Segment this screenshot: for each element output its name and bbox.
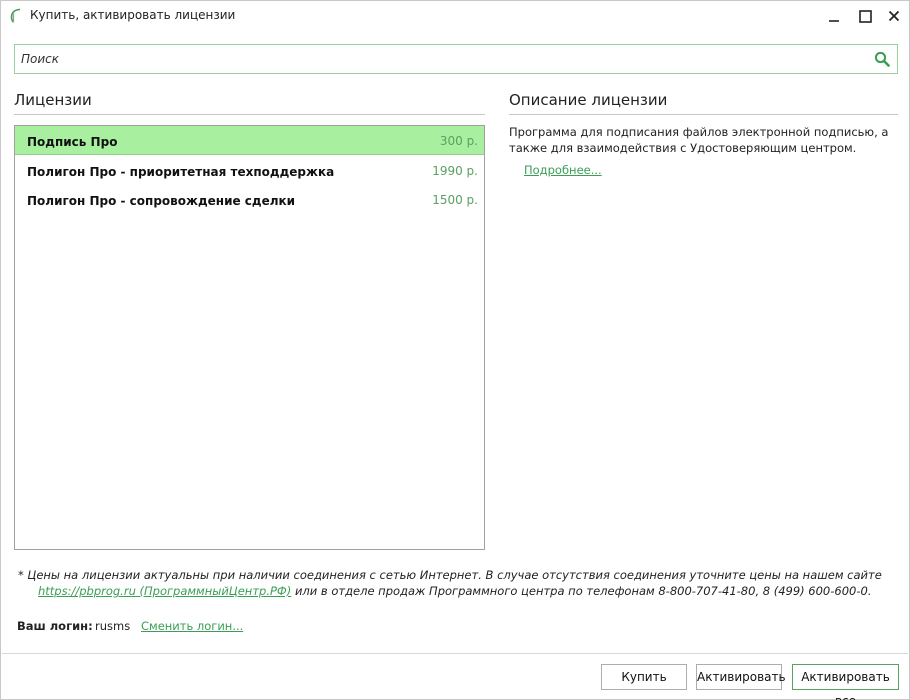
license-name: Полигон Про - приоритетная техподдержка — [27, 165, 335, 179]
price-note: * Цены на лицензии актуальны при наличии… — [18, 567, 898, 599]
license-description: Программа для подписания файлов электрон… — [509, 125, 889, 155]
activate-all-button[interactable]: Активировать все — [792, 664, 899, 700]
license-name: Полигон Про - сопровождение сделки — [27, 194, 296, 208]
licenses-heading: Лицензии — [14, 91, 92, 109]
minimize-icon — [828, 10, 840, 22]
activate-button[interactable]: Активировать — [696, 664, 786, 690]
license-item-deal-support[interactable]: Полигон Про - сопровождение сделки 1500 … — [15, 185, 484, 214]
search-icon[interactable] — [874, 51, 890, 67]
licenses-divider — [14, 114, 485, 115]
close-icon — [888, 10, 900, 22]
close-button[interactable] — [881, 4, 907, 28]
minimize-button[interactable] — [821, 4, 847, 28]
price-note-line2: https://pbprog.ru (ПрограммныйЦентр.РФ) … — [18, 583, 898, 599]
login-label: Ваш логин: — [17, 619, 93, 633]
login-value: rusms — [95, 619, 131, 633]
license-list[interactable]: Подпись Про 300 р. Полигон Про - приорит… — [14, 125, 485, 550]
license-dialog: Купить, активировать лицензии Лицензии — [0, 0, 910, 700]
change-login-link[interactable]: Сменить логин... — [141, 619, 243, 633]
window-title: Купить, активировать лицензии — [30, 8, 236, 22]
website-link[interactable]: https://pbprog.ru (ПрограммныйЦентр.РФ) — [38, 584, 291, 598]
price-note-line1: * Цены на лицензии актуальны при наличии… — [18, 568, 882, 582]
description-divider — [509, 114, 898, 115]
more-info-link[interactable]: Подробнее... — [524, 163, 602, 177]
description-heading: Описание лицензии — [509, 91, 668, 109]
buy-button[interactable]: Купить — [601, 664, 687, 690]
license-item-priority-support[interactable]: Полигон Про - приоритетная техподдержка … — [15, 156, 484, 185]
footer-divider — [2, 653, 908, 654]
license-item-podpis-pro[interactable]: Подпись Про 300 р. — [15, 126, 484, 155]
title-bar: Купить, активировать лицензии — [1, 1, 909, 31]
license-name: Подпись Про — [27, 135, 118, 149]
maximize-button[interactable] — [852, 4, 878, 28]
app-logo-icon — [9, 8, 23, 24]
search-box — [14, 44, 898, 74]
license-price: 1990 р. — [432, 164, 478, 178]
price-note-line2-text: или в отделе продаж Программного центра … — [291, 584, 872, 598]
license-price: 1500 р. — [432, 193, 478, 207]
search-input[interactable] — [15, 45, 865, 73]
license-price: 300 р. — [439, 134, 478, 148]
maximize-icon — [858, 9, 872, 23]
